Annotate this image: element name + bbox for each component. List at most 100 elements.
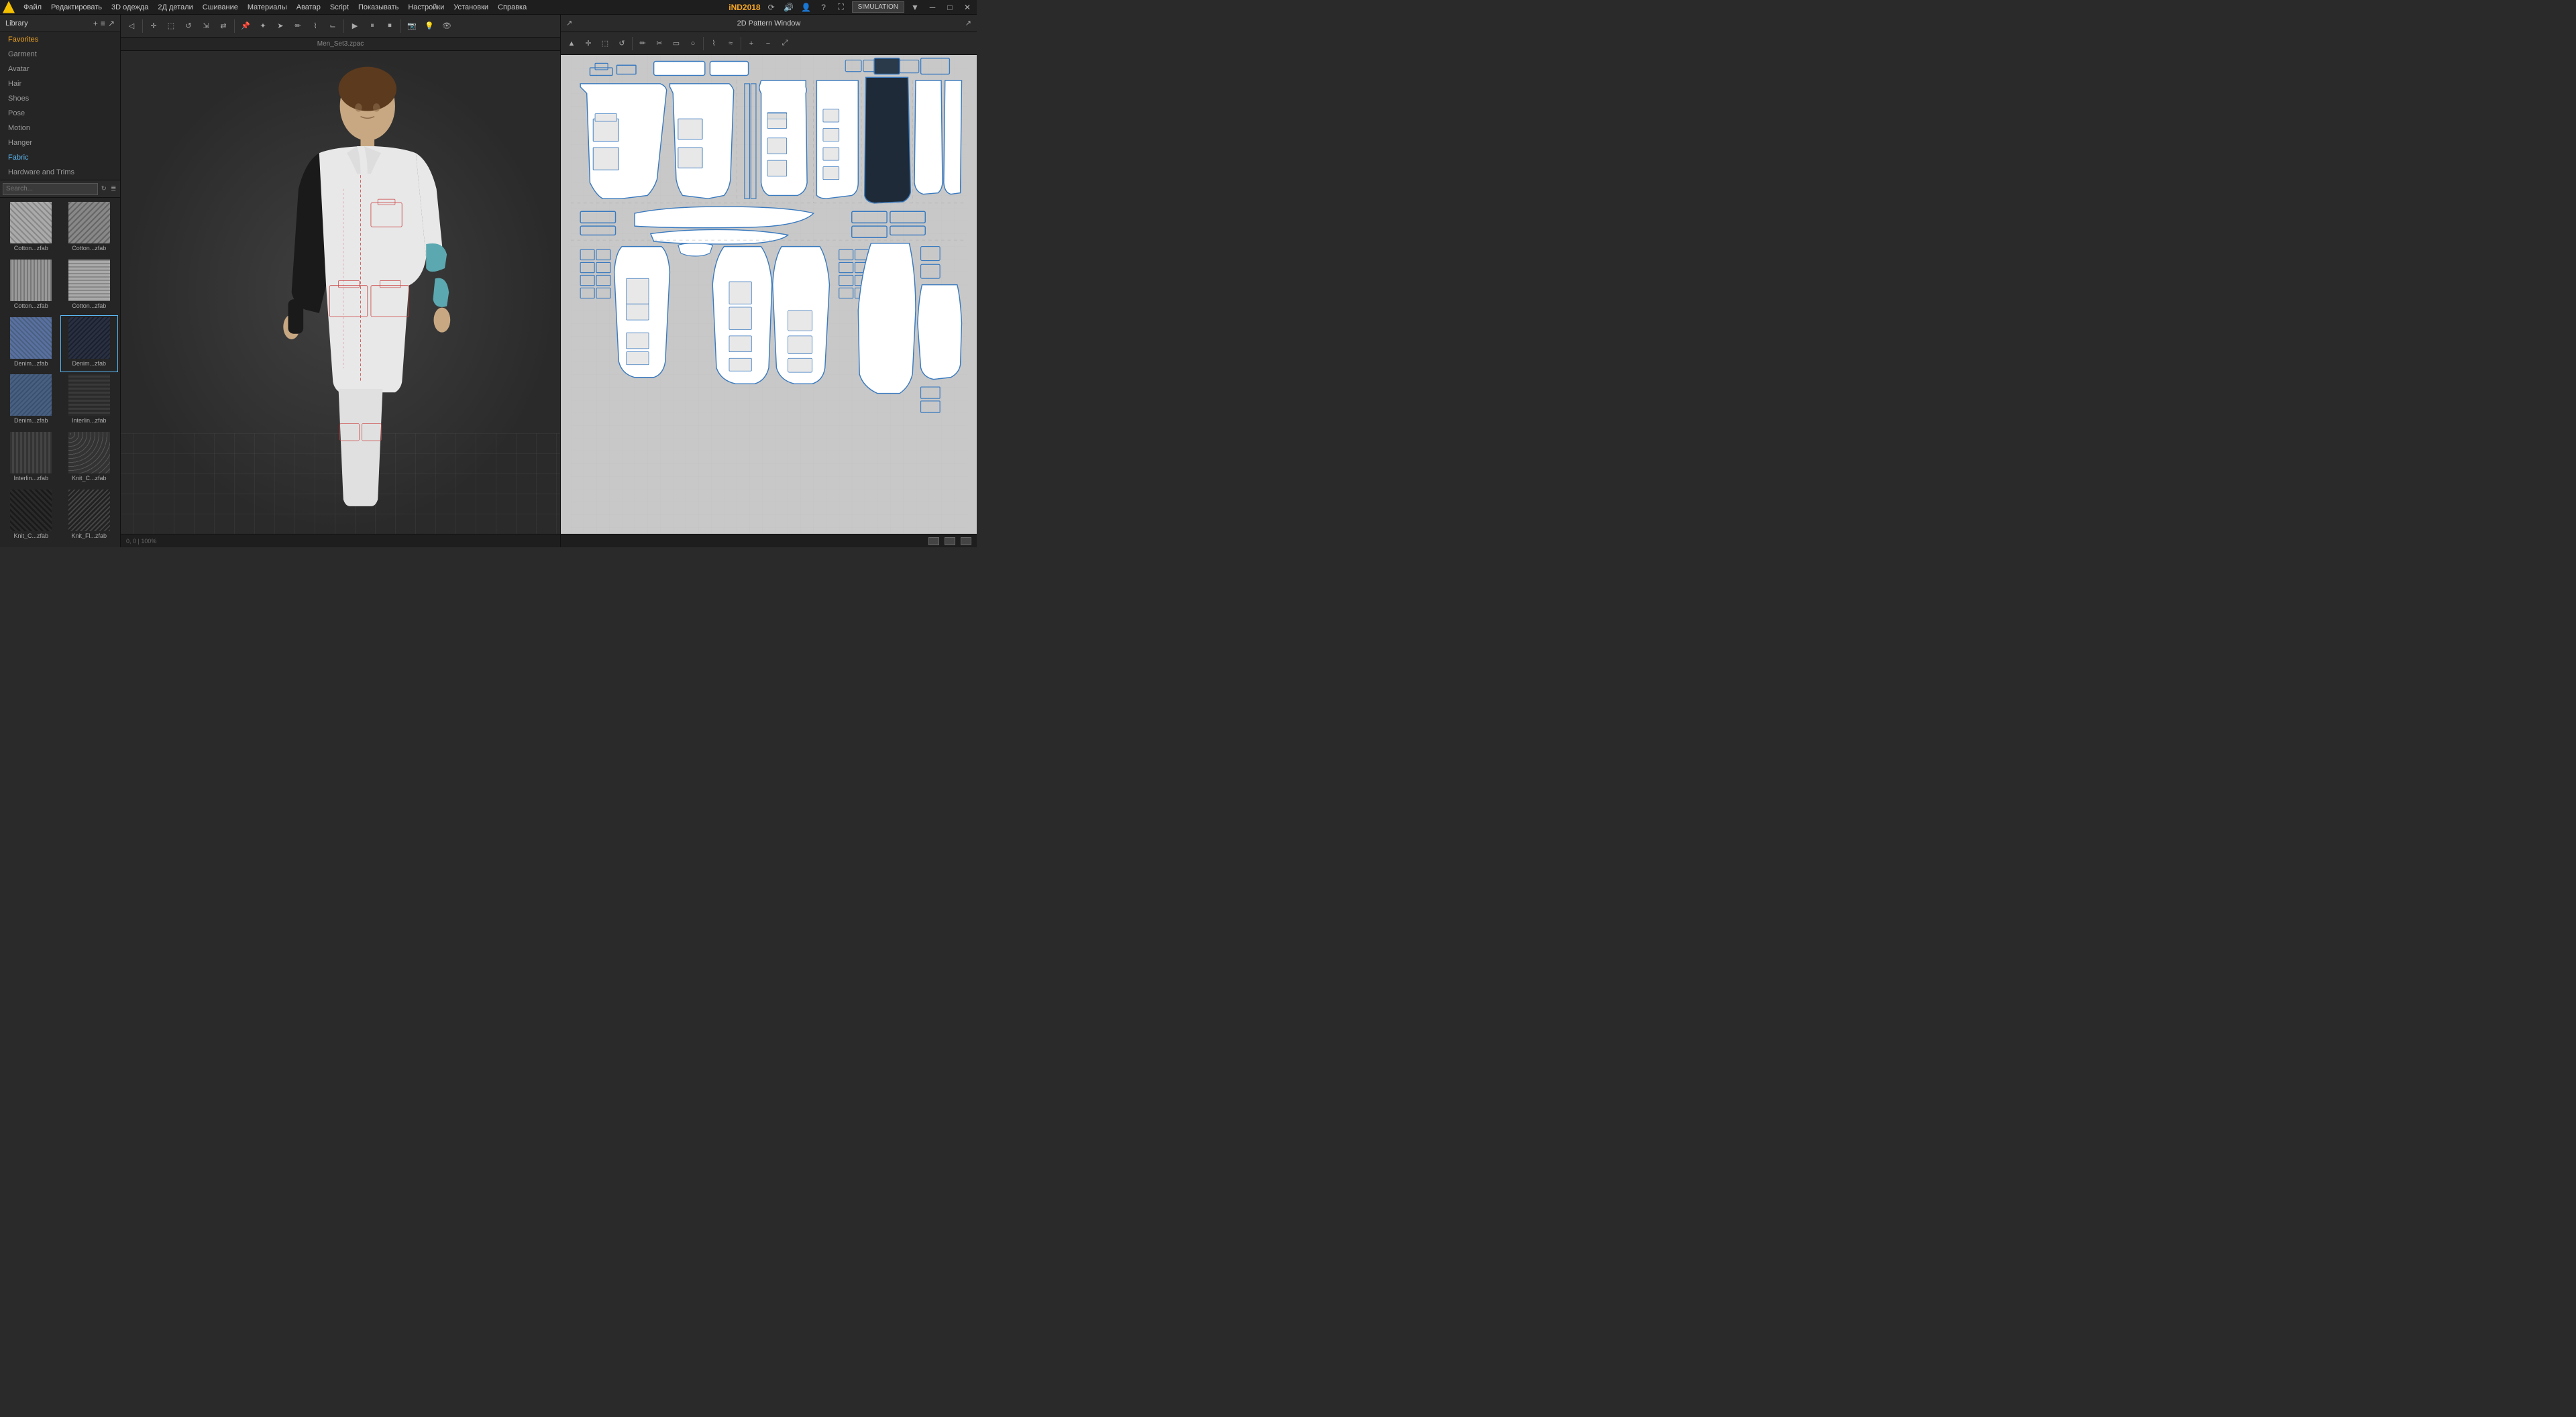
menu-2dpattern[interactable]: 2Д детали — [153, 0, 197, 15]
menu-3dcloth[interactable]: 3D одежда — [107, 0, 153, 15]
library-expand-icon[interactable]: ↗ — [108, 19, 115, 28]
fabric-item-7[interactable]: Interlin...zfab — [61, 373, 118, 429]
pattern-expand-right[interactable]: ↗ — [965, 19, 971, 27]
menu-help[interactable]: Справка — [493, 0, 531, 15]
fabric-item-6[interactable]: Denim...zfab — [3, 373, 60, 429]
ptb-seam-btn[interactable]: ≈ — [722, 36, 739, 52]
tb-back-btn[interactable]: ◁ — [123, 18, 140, 34]
ptb-zoom-in-btn[interactable]: + — [743, 36, 759, 52]
fabric-item-9[interactable]: Knit_C...zfab — [61, 431, 118, 487]
tb-view-btn[interactable]: 👁 — [439, 18, 455, 34]
nav-pose[interactable]: Pose — [0, 106, 120, 121]
fabric-item-2[interactable]: Cotton...zfab — [3, 258, 60, 315]
center-viewport[interactable]: ◁ ✛ ⬚ ↺ ⇲ ⇄ 📌 ✦ ➤ ✏ ⌇ ⌙ ▶ ⏸ ⏹ 📷 💡 👁 Men_… — [121, 15, 561, 547]
close-icon[interactable]: ✕ — [961, 1, 974, 14]
tb-scale-btn[interactable]: ⇲ — [198, 18, 214, 34]
fabric-item-3[interactable]: Cotton...zfab — [61, 258, 118, 315]
search-list-icon[interactable]: ≣ — [110, 184, 118, 194]
menu-edit[interactable]: Редактировать — [46, 0, 107, 15]
expand-icon[interactable]: ⛶ — [835, 1, 848, 14]
minimize-icon[interactable]: ─ — [926, 1, 939, 14]
menu-bar: Файл Редактировать 3D одежда 2Д детали С… — [0, 0, 977, 15]
fabric-item-1[interactable]: Cotton...zfab — [61, 201, 118, 257]
simulation-badge[interactable]: SIMULATION — [852, 1, 904, 13]
scene-3d[interactable] — [121, 51, 560, 534]
fabric-item-11[interactable]: Knit_Fl...zfab — [61, 488, 118, 545]
ptb-rect-btn[interactable]: ▭ — [668, 36, 684, 52]
menu-script[interactable]: Script — [325, 0, 354, 15]
tb-move-btn[interactable]: ✛ — [146, 18, 162, 34]
pattern-expand-left[interactable]: ↗ — [566, 19, 572, 27]
ptb-fit-btn[interactable]: ⤢ — [777, 36, 793, 52]
menu-file[interactable]: Файл — [19, 0, 46, 15]
user-icon[interactable]: 👤 — [800, 1, 813, 14]
status-icon-1 — [928, 537, 939, 545]
nav-hair[interactable]: Hair — [0, 76, 120, 91]
tb-mirror-btn[interactable]: ⇄ — [215, 18, 231, 34]
tb-needle-btn[interactable]: ✦ — [255, 18, 271, 34]
nav-shoes[interactable]: Shoes — [0, 91, 120, 106]
fabric-thumb-11 — [68, 490, 110, 531]
ptb-select-btn[interactable]: ⬚ — [597, 36, 613, 52]
nav-favorites[interactable]: Favorites — [0, 32, 120, 47]
tb-arrow-btn[interactable]: ➤ — [272, 18, 288, 34]
tb-fold-btn[interactable]: ⌙ — [325, 18, 341, 34]
nav-motion[interactable]: Motion — [0, 121, 120, 135]
menu-install[interactable]: Установки — [449, 0, 493, 15]
tb-select-btn[interactable]: ⬚ — [163, 18, 179, 34]
fabric-item-10[interactable]: Knit_C...zfab — [3, 488, 60, 545]
menu-view[interactable]: Показывать — [354, 0, 403, 15]
fabric-label-6: Denim...zfab — [4, 417, 58, 424]
fabric-thumb-7 — [68, 374, 110, 416]
tb-sim-pause-btn[interactable]: ⏸ — [364, 18, 380, 34]
nav-garment[interactable]: Garment — [0, 47, 120, 62]
tb-sep-4 — [400, 19, 401, 33]
app-logo — [3, 1, 15, 13]
sync-icon[interactable]: ⟳ — [765, 1, 778, 14]
fabric-item-5[interactable]: Denim...zfab — [61, 316, 118, 372]
sound-icon[interactable]: 🔊 — [782, 1, 796, 14]
menu-sewing[interactable]: Сшивание — [198, 0, 243, 15]
ptb-circle-btn[interactable]: ○ — [685, 36, 701, 52]
library-add-icon[interactable]: + — [93, 19, 98, 28]
menu-avatar[interactable]: Аватар — [292, 0, 325, 15]
pattern-svg — [561, 55, 977, 534]
status-icon-3 — [961, 537, 971, 545]
brand-label: iND2018 — [729, 3, 760, 12]
tb-seam-btn[interactable]: ⌇ — [307, 18, 323, 34]
search-input[interactable] — [3, 183, 98, 195]
ptb-rotate-btn[interactable]: ↺ — [614, 36, 630, 52]
pattern-canvas[interactable] — [561, 55, 977, 534]
nav-avatar[interactable]: Avatar — [0, 62, 120, 76]
nav-hardware-trims[interactable]: Hardware and Trims — [0, 165, 120, 180]
menu-settings[interactable]: Настройки — [403, 0, 449, 15]
fabric-item-8[interactable]: Interlin...zfab — [3, 431, 60, 487]
status-coords: 0, 0 | 100% — [126, 538, 156, 545]
ptb-sew-btn[interactable]: ⌇ — [706, 36, 722, 52]
maximize-icon[interactable]: □ — [943, 1, 957, 14]
dropdown-icon[interactable]: ▼ — [908, 1, 922, 14]
tb-light-btn[interactable]: 💡 — [421, 18, 437, 34]
tb-pin-btn[interactable]: 📌 — [237, 18, 254, 34]
fabric-label-8: Interlin...zfab — [4, 475, 58, 481]
ptb-cursor-btn[interactable]: ▲ — [564, 36, 580, 52]
ptb-cut-btn[interactable]: ✂ — [651, 36, 667, 52]
tb-edit-btn[interactable]: ✏ — [290, 18, 306, 34]
help-icon[interactable]: ? — [817, 1, 830, 14]
nav-hanger[interactable]: Hanger — [0, 135, 120, 150]
menu-materials[interactable]: Материалы — [243, 0, 292, 15]
tb-rotate-btn[interactable]: ↺ — [180, 18, 197, 34]
ptb-pen-btn[interactable]: ✏ — [635, 36, 651, 52]
ptb-zoom-out-btn[interactable]: − — [760, 36, 776, 52]
library-menu-icon[interactable]: ≡ — [101, 19, 105, 28]
tb-sim-play-btn[interactable]: ▶ — [347, 18, 363, 34]
nav-fabric[interactable]: Fabric — [0, 150, 120, 165]
tb-sep-3 — [343, 19, 344, 33]
fabric-item-4[interactable]: Denim...zfab — [3, 316, 60, 372]
fabric-item-0[interactable]: Cotton...zfab — [3, 201, 60, 257]
ptb-move-btn[interactable]: ✛ — [580, 36, 596, 52]
tb-sim-stop-btn[interactable]: ⏹ — [382, 18, 398, 34]
search-refresh-icon[interactable]: ↻ — [100, 184, 108, 194]
tb-cam-btn[interactable]: 📷 — [404, 18, 420, 34]
status-icon-2 — [945, 537, 955, 545]
